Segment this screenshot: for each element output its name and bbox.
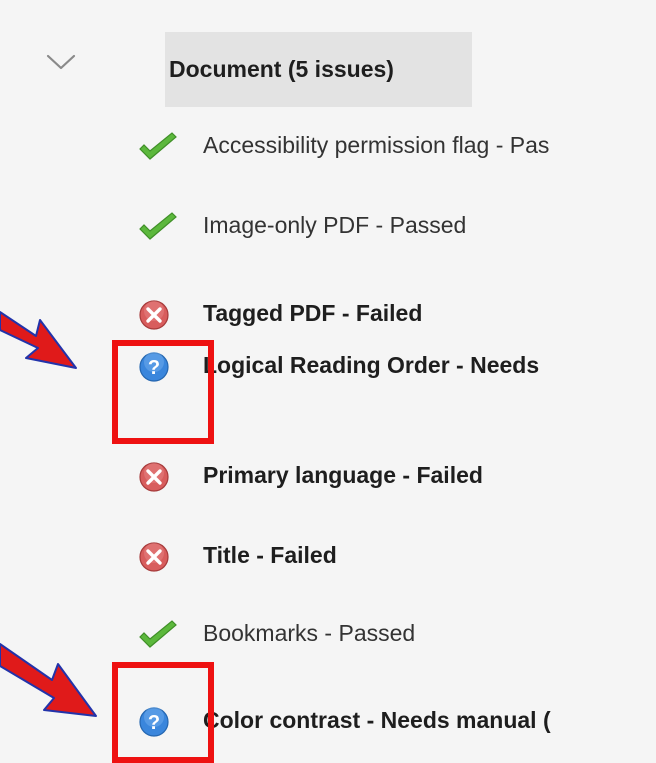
rule-label: Logical Reading Order - Needs: [203, 352, 540, 378]
highlight-box-color-contrast: [112, 662, 214, 763]
highlight-box-logical-reading-order: [112, 340, 214, 444]
rule-label: Color contrast - Needs manual (: [203, 707, 551, 733]
rule-item-title[interactable]: Title - Failed: [0, 527, 656, 583]
failed-icon: [136, 459, 184, 495]
rule-item-logical-reading-order[interactable]: ? Logical Reading Order - Needs: [0, 337, 656, 393]
rule-label: Accessibility permission flag - Pas: [203, 132, 550, 158]
arrow-icon: [0, 643, 97, 717]
rule-item-image-only-pdf[interactable]: Image-only PDF - Passed: [0, 197, 656, 253]
rule-label: Bookmarks - Passed: [203, 620, 416, 646]
check-icon: [136, 129, 184, 165]
rule-item-tagged-pdf[interactable]: Tagged PDF - Failed: [0, 285, 656, 341]
section-title: Document (5 issues): [169, 56, 394, 82]
rule-label: Image-only PDF - Passed: [203, 212, 467, 238]
chevron-down-icon[interactable]: [44, 50, 78, 74]
failed-icon: [136, 539, 184, 575]
section-header-document[interactable]: Document (5 issues): [165, 32, 472, 107]
check-icon: [136, 617, 184, 653]
rule-label: Title - Failed: [203, 542, 337, 568]
rule-item-primary-language[interactable]: Primary language - Failed: [0, 447, 656, 503]
rule-label: Tagged PDF - Failed: [203, 300, 423, 326]
rule-item-accessibility-permission-flag[interactable]: Accessibility permission flag - Pas: [0, 117, 656, 173]
arrow-icon: [0, 311, 77, 369]
failed-icon: [136, 297, 184, 333]
check-icon: [136, 209, 184, 245]
rule-label: Primary language - Failed: [203, 462, 483, 488]
